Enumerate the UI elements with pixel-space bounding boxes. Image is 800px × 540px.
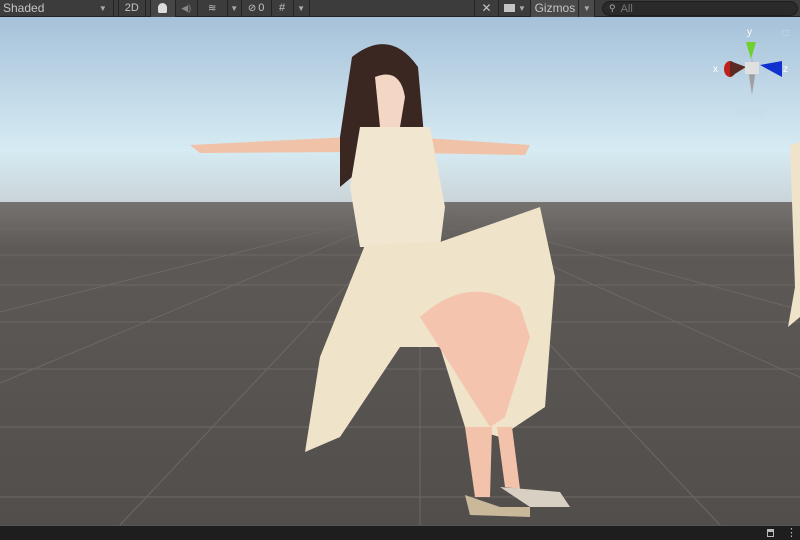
hidden-count: 0: [258, 2, 265, 14]
status-bar: ⋮: [0, 525, 800, 540]
grid-dropdown[interactable]: ▼: [294, 0, 310, 17]
effects-dropdown[interactable]: ▼: [228, 0, 242, 17]
search-icon: ⚲: [609, 3, 616, 13]
chevron-down-icon: ▼: [582, 3, 591, 13]
layers-icon: ≋: [207, 2, 217, 14]
lighting-toggle-button[interactable]: [149, 0, 176, 17]
axis-label-y: y: [747, 27, 752, 38]
grid-icon: #: [279, 2, 286, 14]
scene-search-input[interactable]: ⚲ All: [602, 1, 798, 16]
scene-viewport[interactable]: y x z < Persp: [0, 17, 800, 525]
chevron-down-icon: ▼: [230, 3, 239, 13]
hidden-objects-button[interactable]: ⊘ 0: [242, 0, 272, 17]
gizmos-button[interactable]: Gizmos: [531, 0, 580, 17]
axis-label-z: z: [783, 64, 788, 75]
scene-render: [0, 17, 800, 525]
eye-slash-icon: ⊘: [247, 2, 257, 14]
more-options-icon[interactable]: ⋮: [786, 526, 797, 539]
shading-mode-label: Shaded: [3, 1, 45, 15]
search-placeholder: All: [620, 2, 633, 15]
lock-icon[interactable]: [767, 529, 774, 537]
2d-label: 2D: [124, 2, 139, 14]
shading-mode-dropdown[interactable]: Shaded ▼: [0, 0, 114, 17]
scene-toolbar: Shaded ▼ 2D ◀) ≋ ▼ ⊘ 0 # ▼ ✕ ▼ Gizmos ▼ …: [0, 0, 800, 17]
camera-icon: [504, 4, 515, 12]
gizmos-dropdown[interactable]: ▼: [579, 0, 596, 17]
chevron-down-icon: ▼: [98, 3, 107, 13]
projection-toggle[interactable]: < Persp: [728, 107, 766, 119]
tools-button[interactable]: ✕: [475, 0, 500, 17]
tools-icon: ✕: [481, 1, 492, 15]
lock-icon[interactable]: [782, 30, 789, 36]
effects-button[interactable]: ≋: [198, 0, 228, 17]
lightbulb-icon: [158, 3, 168, 13]
projection-label: Persp: [737, 107, 767, 119]
2d-toggle-button[interactable]: 2D: [117, 0, 146, 17]
chevron-down-icon: ▼: [297, 3, 305, 13]
speaker-icon: ◀): [181, 2, 192, 13]
gizmos-label: Gizmos: [534, 1, 576, 15]
audio-toggle-button[interactable]: ◀): [176, 0, 198, 17]
axis-label-x: x: [713, 64, 718, 75]
grid-button[interactable]: #: [272, 0, 294, 17]
orientation-gizmo[interactable]: y x z < Persp: [713, 25, 796, 125]
chevron-down-icon: ▼: [518, 3, 526, 13]
camera-button[interactable]: ▼: [499, 0, 532, 17]
